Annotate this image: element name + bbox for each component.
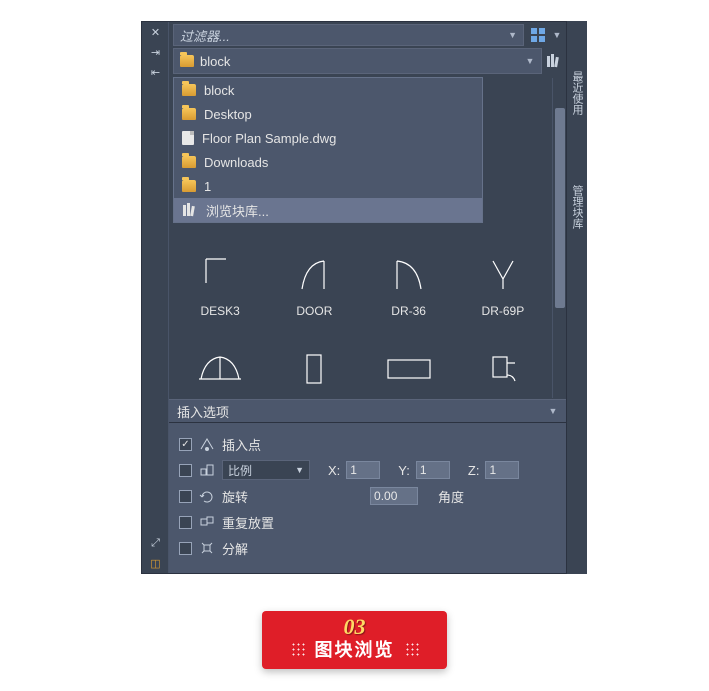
rotate-checkbox[interactable] (179, 490, 192, 503)
insertion-point-label: 插入点 (222, 435, 261, 454)
point-icon (198, 436, 216, 452)
tab-manage[interactable]: 管理块库 (567, 175, 587, 239)
insert-options: ✓ 插入点 比例▼ X: Y: Z: 旋转 (169, 423, 566, 573)
file-icon (182, 131, 194, 145)
scale-x-input[interactable] (346, 461, 380, 479)
scrollbar[interactable] (552, 78, 566, 398)
folder-icon (182, 156, 196, 168)
scale-y-input[interactable] (416, 461, 450, 479)
tab-recent[interactable]: 最近使用 (567, 61, 587, 125)
scale-z-input[interactable] (485, 461, 519, 479)
block-item[interactable]: FC15X27A (274, 344, 354, 398)
explode-icon (198, 540, 216, 556)
block-item[interactable]: DR-36 (369, 250, 449, 318)
explode-checkbox[interactable] (179, 542, 192, 555)
block-item[interactable]: FC42X18D (369, 344, 449, 398)
folder-icon (182, 180, 196, 192)
block-item[interactable]: DR-72P (180, 344, 260, 398)
folder-combo[interactable]: block ▼ (173, 48, 542, 74)
dropdown-item[interactable]: Desktop (174, 102, 482, 126)
badge-text: 图块浏览 (315, 636, 395, 662)
dropdown-item[interactable]: Floor Plan Sample.dwg (174, 126, 482, 150)
dropdown-browse[interactable]: 浏览块库... (174, 198, 482, 222)
rotate-icon (198, 488, 216, 504)
dots-icon (405, 642, 419, 656)
folder-label: block (200, 54, 230, 69)
library-icon[interactable] (546, 54, 562, 68)
palette-icon[interactable]: ◫ (142, 553, 169, 573)
block-item[interactable]: FNPHONE (463, 344, 543, 398)
angle-label: 角度 (438, 487, 464, 506)
block-item[interactable]: DESK3 (180, 250, 260, 318)
scale-checkbox[interactable] (179, 464, 192, 477)
block-panel: ✕ ⇥ ⇤ ⤢ ◫ 过滤器... ▼ ▼ block ▼ (141, 21, 567, 574)
filter-placeholder: 过滤器... (180, 26, 230, 45)
rotate-label: 旋转 (222, 487, 248, 506)
view-mode-button[interactable] (528, 25, 548, 45)
badge-number: 03 (344, 618, 366, 636)
repeat-checkbox[interactable] (179, 516, 192, 529)
chevron-down-icon: ▼ (525, 56, 535, 66)
library-icon (182, 203, 198, 217)
scrollbar-thumb[interactable] (555, 108, 565, 308)
folder-icon (182, 108, 196, 120)
close-icon[interactable]: ✕ (142, 22, 169, 42)
filter-row: 过滤器... ▼ ▼ (169, 22, 566, 48)
block-item[interactable]: DR-69P (463, 250, 543, 318)
insert-options-header[interactable]: 插入选项 ▼ (169, 399, 566, 423)
dropdown-item[interactable]: 1 (174, 174, 482, 198)
left-toolbar: ✕ ⇥ ⇤ ⤢ ◫ (142, 22, 169, 573)
insertion-point-checkbox[interactable]: ✓ (179, 438, 192, 451)
angle-input[interactable] (370, 487, 418, 505)
folder-icon (182, 84, 196, 96)
dots-icon (291, 642, 305, 656)
dock-icon[interactable]: ⇤ (142, 62, 169, 82)
block-item[interactable]: DOOR (274, 250, 354, 318)
folder-icon (180, 55, 194, 67)
section-badge: 03 图块浏览 (262, 611, 447, 669)
panel-content: 过滤器... ▼ ▼ block ▼ block Desktop (169, 22, 566, 573)
expand-icon[interactable]: ⤢ (142, 533, 169, 553)
view-mode-caret[interactable]: ▼ (552, 30, 562, 40)
scale-combo[interactable]: 比例▼ (222, 460, 310, 480)
repeat-icon (198, 514, 216, 530)
chevron-down-icon: ▼ (508, 30, 517, 40)
pin-icon[interactable]: ⇥ (142, 42, 169, 62)
repeat-label: 重复放置 (222, 513, 274, 532)
chevron-down-icon: ▼ (548, 406, 558, 416)
right-tab-bar: 最近使用 管理块库 (567, 21, 587, 574)
filter-combo[interactable]: 过滤器... ▼ (173, 24, 524, 46)
scale-icon (198, 462, 216, 478)
dropdown-item[interactable]: Downloads (174, 150, 482, 174)
folder-dropdown: block Desktop Floor Plan Sample.dwg Down… (173, 77, 483, 223)
dropdown-item[interactable]: block (174, 78, 482, 102)
explode-label: 分解 (222, 539, 248, 558)
